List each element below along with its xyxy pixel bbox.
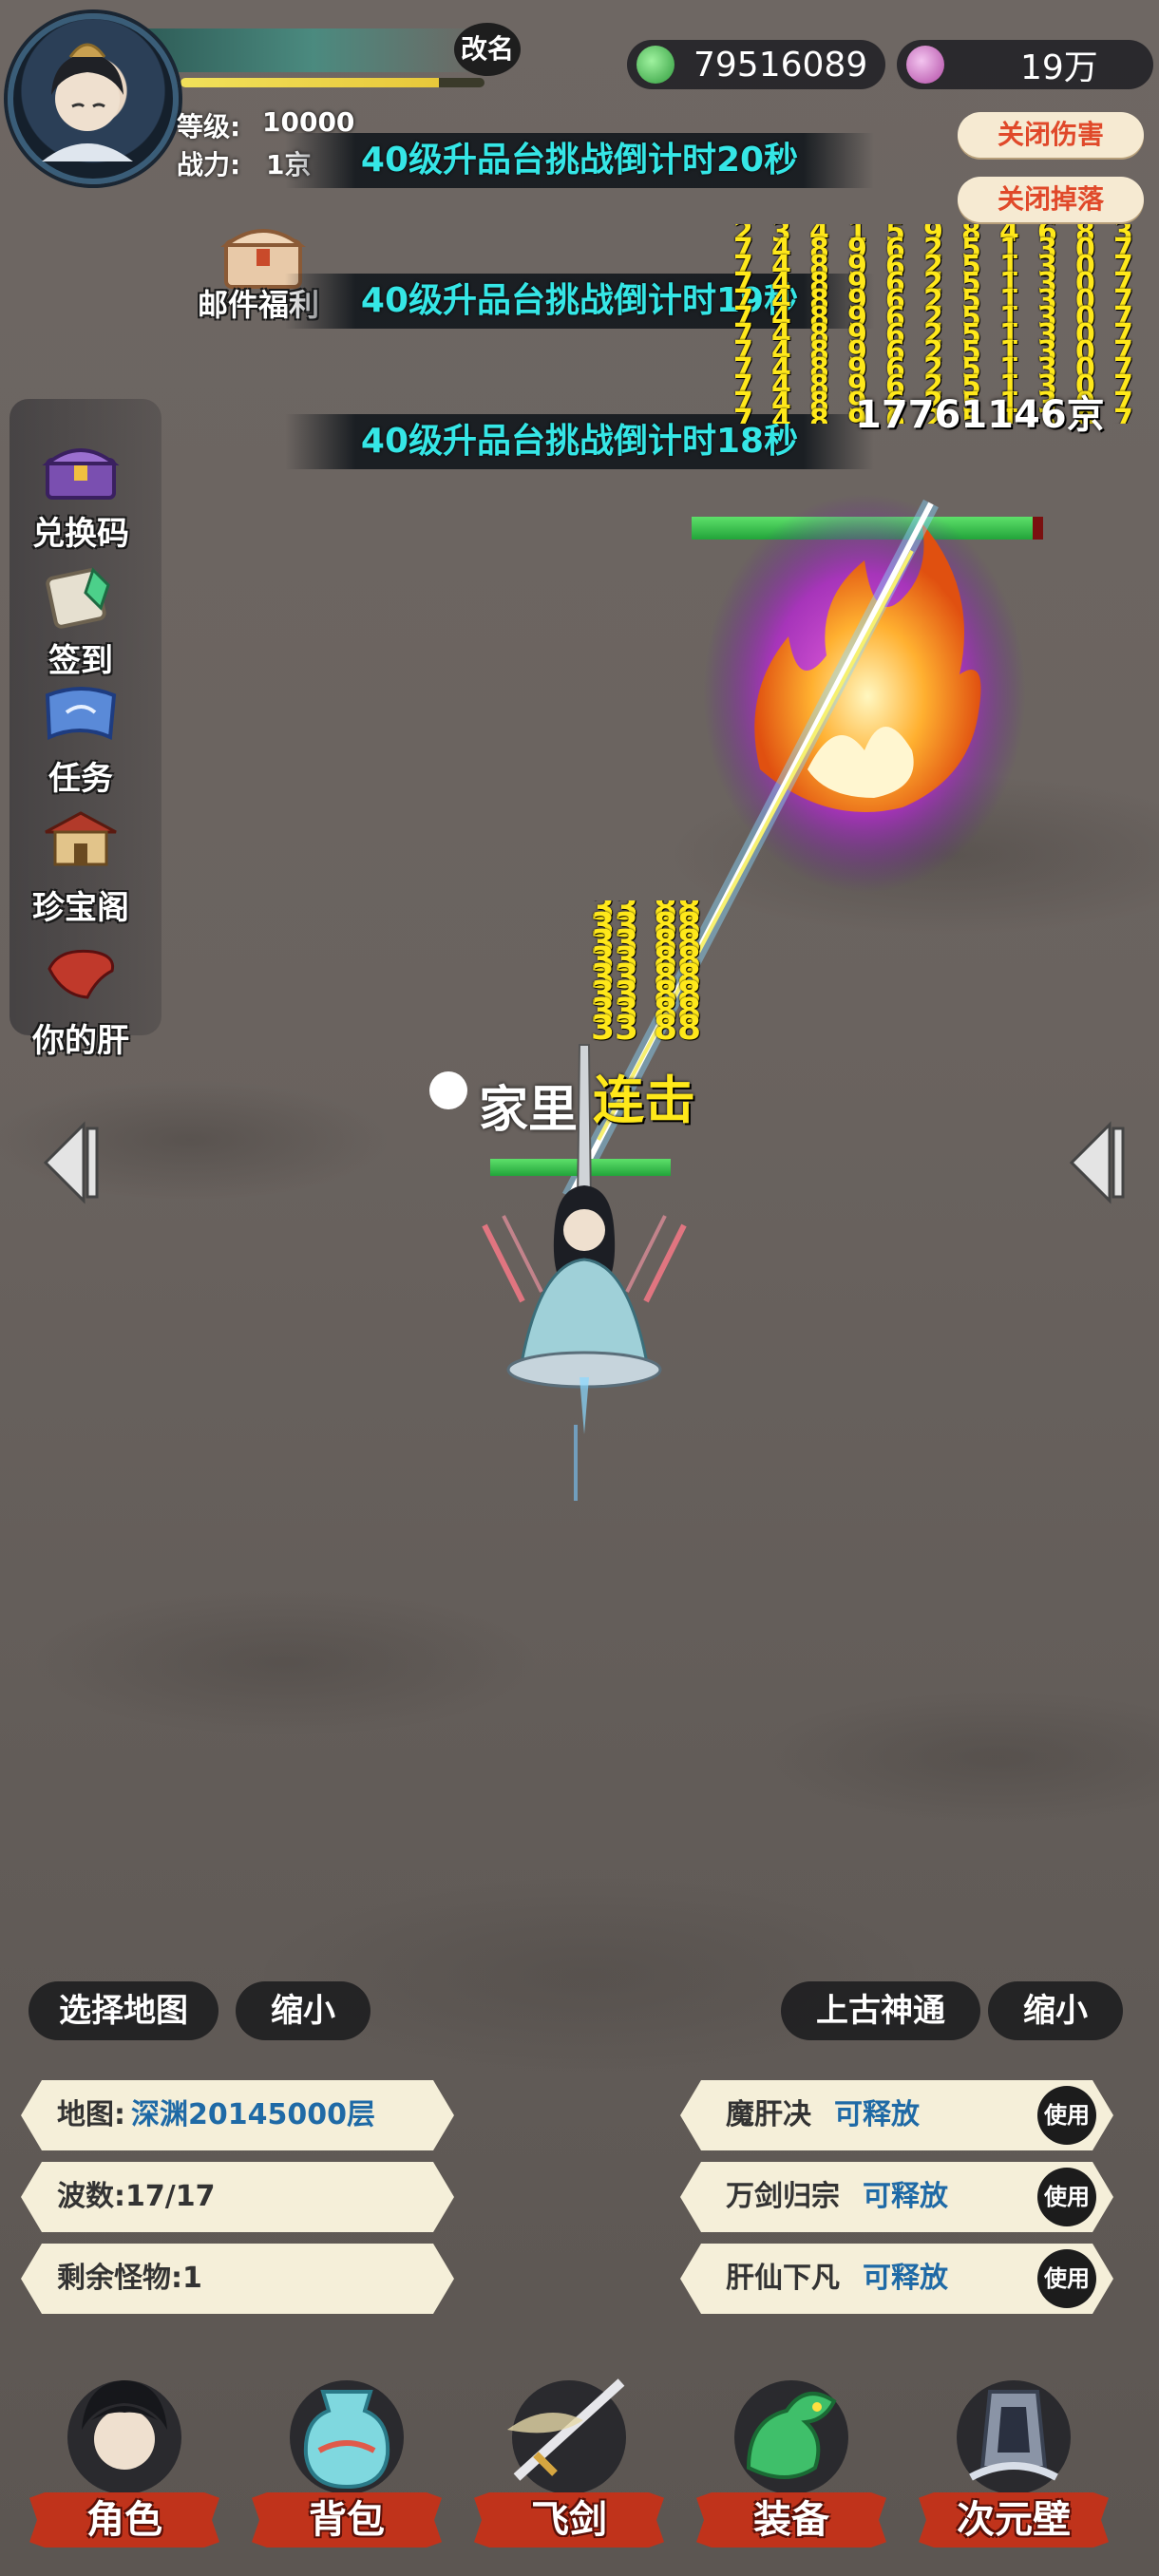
next-map-arrow-icon[interactable] [1062,1115,1129,1210]
side-item-label: 珍宝阁 [32,889,129,927]
wave-label: 波数:17/17 [57,2180,216,2213]
nav-label: 背包 [252,2492,442,2548]
use-skill-button[interactable]: 使用 [1037,2249,1096,2308]
damage-number-stack: 4888888888888888888 [809,224,829,424]
damage-number-stack: 3777777777777777777 [1113,224,1133,424]
experience-bar [180,78,484,87]
nav-equipment[interactable]: 装备 [692,2363,891,2548]
monsters-info-plate: 剩余怪物:1 [21,2244,454,2314]
damage-number-stack: 3444444444444444444 [771,224,791,424]
spirit-swirl-icon [429,1071,467,1109]
power-label: 战力: [177,149,241,180]
nav-character[interactable]: 角色 [25,2363,224,2548]
avatar-portrait-icon [42,43,133,161]
skill-plate-ganxian: 肝仙下凡 可释放 使用 [680,2244,1113,2314]
character-icon [67,2380,181,2494]
flying-sword-icon [507,2378,626,2494]
side-item-sign-in[interactable]: 签到 [0,560,162,681]
previous-map-arrow-icon[interactable] [36,1115,103,1210]
map-label: 地图: [57,2098,125,2131]
gem-amount: 79516089 [694,45,868,85]
nav-label: 角色 [29,2492,219,2548]
side-item-tasks[interactable]: 任务 [0,678,162,799]
use-skill-button[interactable]: 使用 [1037,2168,1096,2226]
damage-number-stack: 2777777777777777777 [733,224,753,424]
ancient-power-button[interactable]: 上古神通 [781,1981,980,2040]
close-damage-button[interactable]: 关闭伤害 [958,112,1144,158]
skill-plate-wanjian: 万剑归宗 可释放 使用 [680,2162,1113,2232]
skill-state: 可释放 [863,2180,948,2213]
level-label: 等级: [177,111,241,142]
player-character-icon[interactable] [466,1035,703,1434]
skill-name: 万剑归宗 [726,2180,840,2213]
side-item-label: 你的肝 [32,1022,129,1060]
use-skill-button[interactable]: 使用 [1037,2086,1096,2145]
experience-bar-fill [180,78,439,87]
wave-info-plate: 波数:17/17 [21,2162,454,2232]
damage-number: 17761146京 [855,393,1105,437]
spirit-amount: 19万 [1020,48,1098,87]
skill-name: 肝仙下凡 [726,2262,840,2295]
task-scroll-icon [45,687,117,740]
side-item-treasure-pavilion[interactable]: 珍宝阁 [0,807,162,928]
side-item-redeem-code[interactable]: 兑换码 [0,433,162,554]
map-value: 深渊20145000层 [131,2098,375,2131]
nav-label: 装备 [696,2492,886,2548]
side-item-label: 任务 [48,760,113,798]
dimension-wall-icon [957,2380,1071,2494]
skill-plate-mogan: 魔肝决 可释放 使用 [680,2080,1113,2150]
side-item-your-liver[interactable]: 你的肝 [0,940,162,1061]
skill-state: 可释放 [834,2098,920,2131]
gem-currency: 79516089 [627,40,885,89]
nav-flying-sword[interactable]: 飞剑 [469,2363,669,2548]
shrink-left-button[interactable]: 缩小 [236,1981,370,2040]
select-map-button[interactable]: 选择地图 [28,1981,218,2040]
spirit-orb-icon [906,46,944,84]
scroll-icon [46,567,110,629]
skill-state: 可释放 [863,2262,948,2295]
side-item-label: 兑换码 [32,515,129,553]
player-avatar[interactable] [8,13,179,184]
rename-button[interactable]: 改名 [454,23,521,76]
remaining-monsters-label: 剩余怪物:1 [57,2262,202,2295]
dragon-equipment-icon [734,2380,848,2494]
shrink-right-button[interactable]: 缩小 [988,1981,1123,2040]
chest-icon [42,448,120,500]
skill-name: 魔肝决 [726,2098,811,2131]
nav-label: 飞剑 [474,2492,664,2548]
map-info-plate: 地图: 深渊20145000层 [21,2080,454,2150]
nav-dimension-wall[interactable]: 次元壁 [914,2363,1113,2548]
nav-label: 次元壁 [919,2492,1109,2548]
close-drops-button[interactable]: 关闭掉落 [958,177,1144,222]
challenge-countdown-banner: 40级升品台挑战倒计时20秒 [285,133,874,188]
spirit-currency: 19万 [897,40,1153,89]
liver-icon [48,949,115,999]
nav-bag[interactable]: 背包 [247,2363,446,2548]
bag-icon [290,2380,404,2494]
green-gem-icon [636,46,674,84]
pavilion-icon [45,811,117,866]
player-name-bar [142,28,484,72]
side-item-label: 签到 [48,642,113,680]
